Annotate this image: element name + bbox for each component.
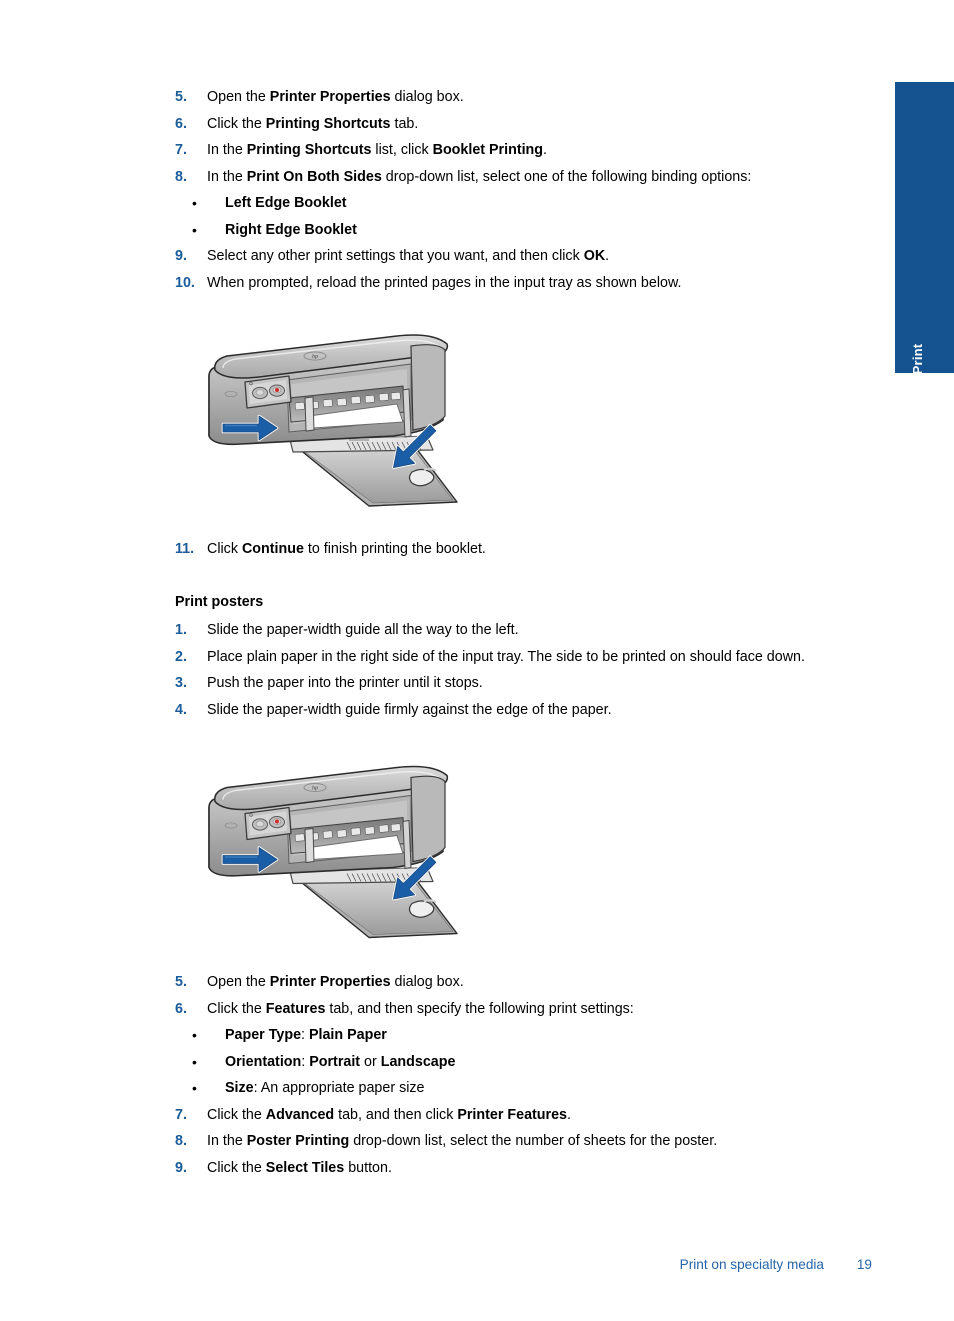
list-item: 5. Open the Printer Properties dialog bo… <box>175 969 885 996</box>
list-item: • Left Edge Booklet <box>175 190 885 217</box>
list-item: • Size: An appropriate paper size <box>175 1075 885 1102</box>
list-item: 2. Place plain paper in the right side o… <box>175 644 885 671</box>
list-item: 8. In the Poster Printing drop-down list… <box>175 1128 885 1155</box>
list-item: 6. Click the Printing Shortcuts tab. <box>175 111 885 138</box>
list-item: • Orientation: Portrait or Landscape <box>175 1049 885 1076</box>
bullet-icon: • <box>192 1027 197 1043</box>
page-footer: Print on specialty media 19 <box>0 1255 954 1279</box>
bullet-icon: • <box>192 1080 197 1096</box>
step-text: Click the Advanced tab, and then click P… <box>207 1106 571 1123</box>
step-text: Click Continue to finish printing the bo… <box>207 541 486 557</box>
step-text: Slide the paper-width guide firmly again… <box>207 701 612 718</box>
side-tab-print: Print <box>895 82 954 375</box>
poster-steps-list: 1. Slide the paper-width guide all the w… <box>175 617 885 723</box>
bullet-text: Right Edge Booklet <box>225 221 357 238</box>
step-text: When prompted, reload the printed pages … <box>207 274 682 291</box>
page-section-title: Print posters <box>175 593 264 610</box>
step-number: 9. <box>175 248 187 264</box>
step-number: 7. <box>175 1106 187 1123</box>
poster-steps-end-list: 7. Click the Advanced tab, and then clic… <box>175 1102 885 1182</box>
step-number: 3. <box>175 675 187 691</box>
cancel-button-icon <box>269 384 285 397</box>
step-number: 7. <box>175 142 187 158</box>
step-text: In the Poster Printing drop-down list, s… <box>207 1133 718 1149</box>
list-item: 4. Slide the paper-width guide firmly ag… <box>175 697 885 724</box>
step-text: In the Printing Shortcuts list, click Bo… <box>207 142 548 158</box>
power-button-icon <box>252 818 268 831</box>
list-item: 7. In the Printing Shortcuts list, click… <box>175 137 885 164</box>
step-text: Push the paper into the printer until it… <box>207 675 483 691</box>
bullet-text: Size: An appropriate paper size <box>225 1080 425 1096</box>
step-number: 9. <box>175 1159 187 1176</box>
step-number: 10. <box>175 274 195 291</box>
list-item: 11. Click Continue to finish printing th… <box>175 536 885 563</box>
side-tab-label: Print <box>909 343 925 375</box>
cancel-button-icon <box>269 816 285 829</box>
list-item: 8. In the Print On Both Sides drop-down … <box>175 164 885 191</box>
booklet-steps-list: 5. Open the Printer Properties dialog bo… <box>175 84 885 190</box>
step-text: Select any other print settings that you… <box>207 248 610 264</box>
bullet-icon: • <box>192 221 197 238</box>
figure-booklet: hp <box>175 296 885 534</box>
poster-steps-tail-list: 5. Open the Printer Properties dialog bo… <box>175 969 885 1022</box>
page-number: 19 <box>856 1257 872 1272</box>
step-number: 1. <box>175 622 187 638</box>
step-number: 6. <box>175 115 187 132</box>
list-item: 10. When prompted, reload the printed pa… <box>175 270 885 297</box>
step-number: 8. <box>175 1133 187 1149</box>
figure-posters: hp <box>175 723 885 969</box>
step-text: Place plain paper in the right side of t… <box>207 648 805 665</box>
manual-page: Print 5. Open the Printer Properties dia… <box>0 0 954 1321</box>
list-item: 5. Open the Printer Properties dialog bo… <box>175 84 885 111</box>
step-number: 8. <box>175 168 187 185</box>
list-item: 1. Slide the paper-width guide all the w… <box>175 617 885 644</box>
step-text: Click the Features tab, and then specify… <box>207 1000 634 1017</box>
list-item: 6. Click the Features tab, and then spec… <box>175 996 885 1023</box>
step-text: Slide the paper-width guide all the way … <box>207 622 519 638</box>
power-button-icon <box>252 386 268 400</box>
step-number: 5. <box>175 974 187 990</box>
bullet-icon: • <box>192 195 197 211</box>
list-item: 3. Push the paper into the printer until… <box>175 670 885 697</box>
page-content: 5. Open the Printer Properties dialog bo… <box>175 84 885 1181</box>
step-text: Open the Printer Properties dialog box. <box>207 974 464 990</box>
bullet-text: Orientation: Portrait or Landscape <box>225 1053 456 1070</box>
step-text: Open the Printer Properties dialog box. <box>207 89 464 105</box>
step-number: 5. <box>175 89 187 105</box>
step-text: Click the Printing Shortcuts tab. <box>207 115 419 132</box>
list-item: • Right Edge Booklet <box>175 217 885 244</box>
list-item: 7. Click the Advanced tab, and then clic… <box>175 1102 885 1129</box>
bullet-icon: • <box>192 1053 197 1070</box>
list-item: • Paper Type: Plain Paper <box>175 1022 885 1049</box>
step-number: 11. <box>175 541 195 557</box>
step-number: 4. <box>175 701 187 718</box>
booklet-steps-tail-list: 9. Select any other print settings that … <box>175 243 885 296</box>
footer-section-title: Print on specialty media <box>679 1257 824 1272</box>
svg-text:hp: hp <box>312 354 318 360</box>
step-text: Click the Select Tiles button. <box>207 1159 392 1176</box>
list-item: 9. Click the Select Tiles button. <box>175 1155 885 1182</box>
step-number: 6. <box>175 1000 187 1017</box>
printer-reload-pages-illustration: hp <box>208 334 458 507</box>
svg-text:hp: hp <box>312 786 318 792</box>
step-text: In the Print On Both Sides drop-down lis… <box>207 168 752 185</box>
bullet-text: Left Edge Booklet <box>225 195 347 211</box>
step-number: 2. <box>175 648 187 665</box>
list-item: 9. Select any other print settings that … <box>175 243 885 270</box>
printer-load-paper-illustration: hp <box>208 765 458 939</box>
bullet-text: Paper Type: Plain Paper <box>225 1027 387 1043</box>
